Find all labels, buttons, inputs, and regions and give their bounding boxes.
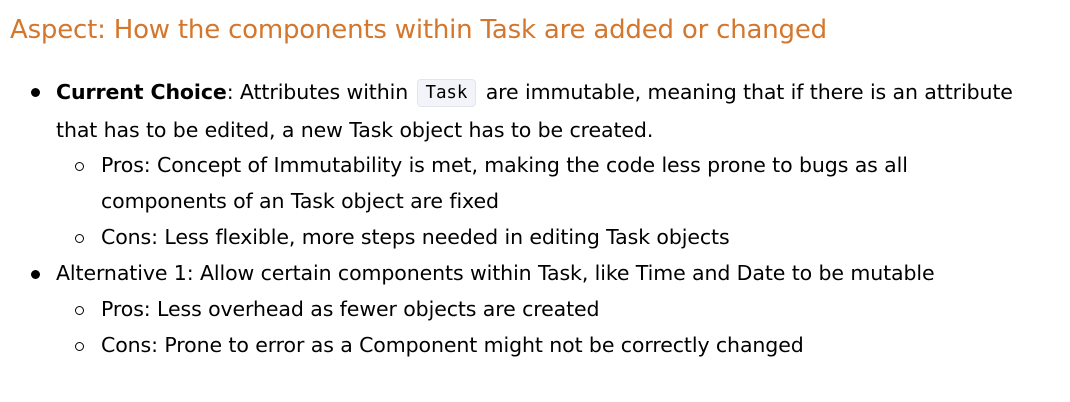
sub-item-pros-1-line2: components of an Task object are fixed bbox=[101, 189, 499, 213]
sub-item-cons-1: Cons: Less flexible, more steps needed i… bbox=[101, 225, 730, 249]
sub-item-pros-2: Pros: Less overhead as fewer objects are… bbox=[101, 297, 600, 321]
bullet-disc-icon bbox=[31, 88, 40, 97]
sub-item-cons-2: Cons: Prone to error as a Component migh… bbox=[101, 333, 804, 357]
document: Aspect: How the components within Task a… bbox=[0, 0, 1070, 402]
bullet-circle-icon bbox=[75, 162, 84, 171]
current-choice-text: : Attributes within bbox=[226, 80, 415, 104]
inline-code-task: Task bbox=[416, 79, 477, 107]
aspect-heading: Aspect: How the components within Task a… bbox=[10, 15, 827, 45]
sub-item-pros-1: Pros: Concept of Immutability is met, ma… bbox=[101, 153, 908, 177]
current-choice-line2: that has to be edited, a new Task object… bbox=[56, 118, 654, 142]
bullet-circle-icon bbox=[75, 234, 84, 243]
list-item-alternative-1: Alternative 1: Allow certain components … bbox=[56, 261, 935, 285]
bullet-circle-icon bbox=[75, 342, 84, 351]
bullet-disc-icon bbox=[31, 270, 40, 279]
current-choice-label: Current Choice bbox=[56, 80, 227, 104]
current-choice-text-cont: are immutable, meaning that if there is … bbox=[479, 80, 1013, 104]
bullet-circle-icon bbox=[75, 306, 84, 315]
list-item-current-choice: Current Choice: Attributes within Task a… bbox=[56, 77, 1013, 107]
